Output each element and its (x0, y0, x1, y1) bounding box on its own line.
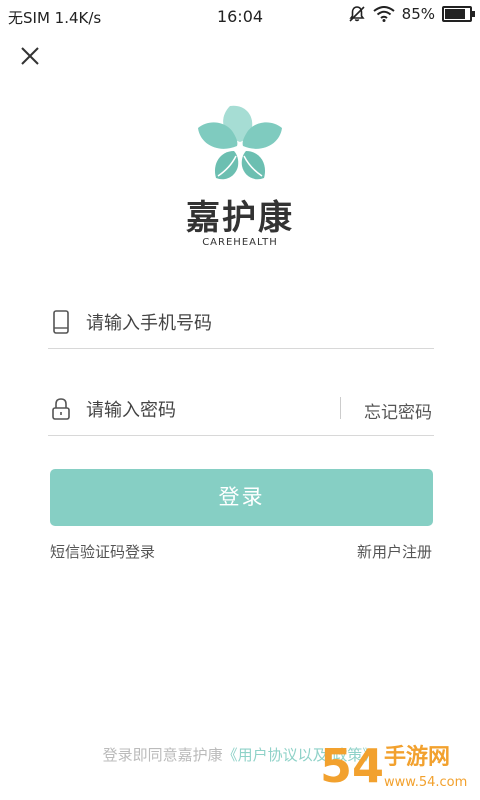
watermark-url: www.54.com (384, 775, 467, 790)
password-input[interactable] (84, 395, 338, 425)
close-icon (21, 47, 39, 65)
battery-percent: 85% (401, 5, 435, 23)
battery-level (445, 9, 466, 19)
sms-login-link[interactable]: 短信验证码登录 (50, 541, 155, 562)
battery-icon (442, 6, 475, 22)
lock-icon (52, 398, 70, 420)
agreement-prefix: 登录即同意嘉护康 (102, 746, 223, 764)
forgot-password-link[interactable]: 忘记密码 (364, 398, 432, 423)
brand-logo-icon (198, 105, 282, 180)
phone-icon (53, 310, 69, 334)
wifi-icon (373, 6, 395, 22)
muted-bell-icon (349, 6, 365, 22)
password-field: 忘记密码 (48, 385, 434, 436)
login-button[interactable]: 登录 (50, 469, 433, 526)
status-right: 85% (348, 5, 475, 23)
watermark-logo: 54 手游网 www.54.com (320, 739, 467, 793)
register-link[interactable]: 新用户注册 (357, 541, 432, 562)
brand-name: 嘉护康 (186, 198, 294, 238)
status-bar: 无SIM 1.4K/s 16:04 85% (0, 0, 480, 32)
brand-subtitle: CAREHEALTH (202, 237, 278, 248)
watermark-sub: 手游网 (384, 744, 450, 770)
close-button[interactable] (16, 42, 46, 72)
watermark-main: 54 (320, 739, 384, 793)
field-divider (340, 397, 341, 419)
phone-input[interactable] (84, 308, 428, 338)
phone-field (48, 298, 434, 349)
